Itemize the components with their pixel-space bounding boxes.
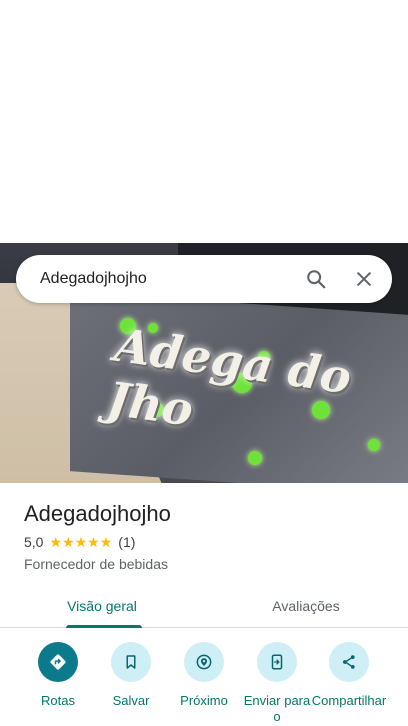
- clear-search-button[interactable]: [340, 255, 388, 303]
- action-label: Próximo: [180, 693, 228, 708]
- directions-icon: [50, 654, 66, 670]
- place-info: Adegadojhojho 5,0 ★ ★ ★ ★ ★ (1) Forneced…: [24, 500, 384, 572]
- bookmark-icon: [126, 655, 136, 669]
- action-circle: [329, 642, 369, 682]
- star-icon: ★: [62, 534, 75, 550]
- place-title: Adegadojhojho: [24, 501, 171, 526]
- place-tabs: Visão geral Avaliações: [0, 584, 408, 628]
- action-circle: [257, 642, 297, 682]
- tab-label: Avaliações: [272, 597, 340, 614]
- directions-button[interactable]: Rotas: [20, 642, 96, 709]
- review-count: (1): [118, 534, 136, 550]
- tab-label: Visão geral: [67, 597, 137, 614]
- nearby-icon: [196, 654, 212, 670]
- action-circle: [111, 642, 151, 682]
- star-icon: ★: [74, 534, 88, 550]
- rating-value: 5,0: [24, 534, 44, 550]
- action-bar: Rotas Salvar Próximo Enviar para o Compa…: [0, 640, 408, 726]
- action-circle: [184, 642, 224, 682]
- save-button[interactable]: Salvar: [93, 642, 169, 709]
- place-category[interactable]: Fornecedor de bebidas: [24, 556, 384, 572]
- star-icon: ★: [49, 534, 63, 550]
- star-rating: ★ ★ ★ ★ ★: [49, 535, 112, 549]
- action-label: Salvar: [112, 693, 150, 708]
- action-label: Enviar para o: [243, 693, 311, 724]
- action-label: Compartilhar: [311, 693, 387, 708]
- send-to-phone-button[interactable]: Enviar para o: [239, 642, 315, 725]
- action-label: Rotas: [41, 693, 75, 708]
- rating-row[interactable]: 5,0 ★ ★ ★ ★ ★ (1): [24, 534, 384, 550]
- graffiti-bubble: [248, 451, 262, 465]
- action-circle: [38, 642, 78, 682]
- star-icon: ★: [87, 534, 100, 550]
- search-input[interactable]: [16, 255, 292, 303]
- star-icon: ★: [99, 534, 113, 550]
- share-icon: [343, 655, 355, 669]
- share-button[interactable]: Compartilhar: [311, 642, 387, 709]
- tab-overview[interactable]: Visão geral: [0, 584, 204, 628]
- search-icon: [307, 270, 326, 289]
- close-icon: [357, 272, 371, 286]
- nearby-button[interactable]: Próximo: [166, 642, 242, 709]
- tab-reviews[interactable]: Avaliações: [204, 584, 408, 627]
- search-bar: [16, 255, 392, 303]
- send-to-phone-icon: [271, 654, 283, 670]
- search-button[interactable]: [292, 255, 340, 303]
- map-blank-area: [0, 0, 408, 243]
